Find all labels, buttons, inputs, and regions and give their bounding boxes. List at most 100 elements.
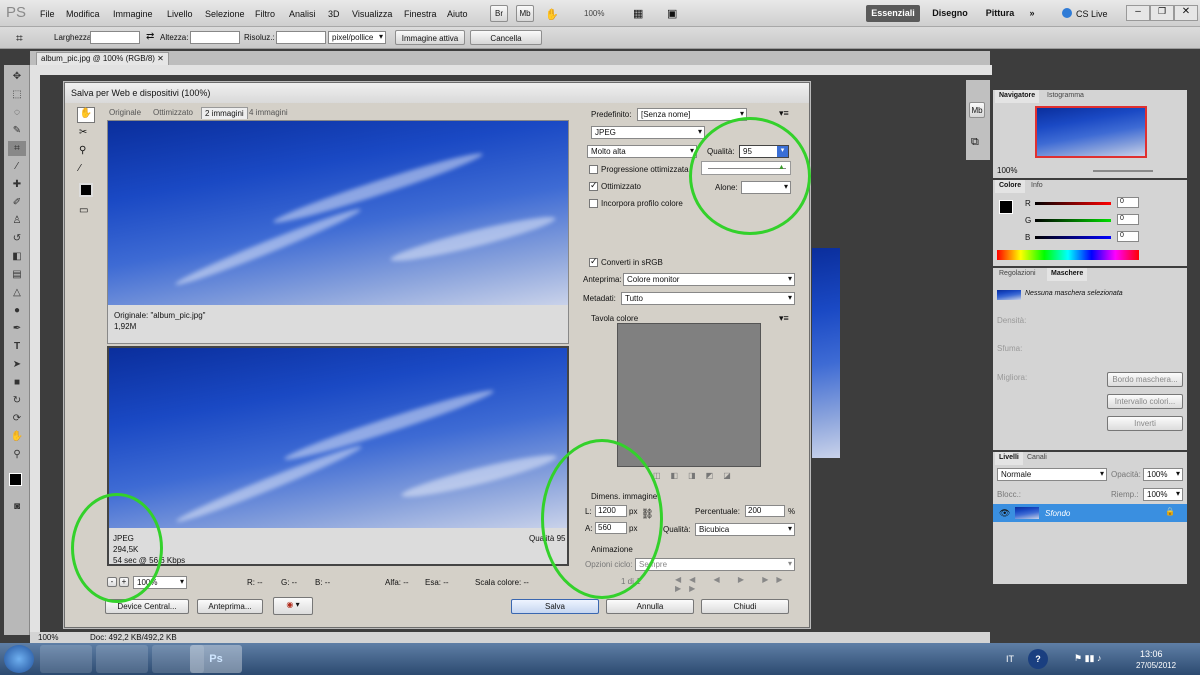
visibility-icon[interactable]: 👁 xyxy=(999,508,1010,519)
minimize-button[interactable]: – xyxy=(1126,5,1150,21)
menu-file[interactable]: File xyxy=(40,9,55,19)
progressive-checkbox[interactable] xyxy=(589,165,598,174)
save-button[interactable]: Salva xyxy=(511,599,599,614)
percent-input[interactable]: 200 xyxy=(745,505,785,517)
document-tab[interactable]: album_pic.jpg @ 100% (RGB/8) ✕ xyxy=(36,52,169,65)
menu-livello[interactable]: Livello xyxy=(167,9,193,19)
menu-filtro[interactable]: Filtro xyxy=(255,9,275,19)
optimized-checkbox[interactable] xyxy=(589,180,598,191)
clear-button[interactable]: Cancella xyxy=(470,30,542,45)
b-value[interactable]: 0 xyxy=(1117,231,1139,242)
pen-tool-icon[interactable]: ✒ xyxy=(8,321,26,336)
workspace-painting[interactable]: Pittura xyxy=(980,5,1020,22)
tab-original[interactable]: Originale xyxy=(109,108,141,117)
marquee-tool-icon[interactable]: ⬚ xyxy=(8,87,26,102)
history-brush-icon[interactable]: ↺ xyxy=(8,231,26,246)
tab-info[interactable]: Info xyxy=(1027,180,1047,193)
resample-select[interactable]: Bicubica xyxy=(695,523,795,536)
close-button[interactable]: ✕ xyxy=(1174,5,1198,21)
clock-date[interactable]: 27/05/2012 xyxy=(1136,661,1176,670)
lasso-tool-icon[interactable]: ◌ xyxy=(8,105,26,120)
shape-tool-icon[interactable]: ■ xyxy=(8,375,26,390)
3d-orbit-icon[interactable]: ⟳ xyxy=(8,411,26,426)
crop-tool-icon[interactable]: ⌗ xyxy=(16,31,23,46)
tab-color[interactable]: Colore xyxy=(995,180,1026,193)
slice-select-icon[interactable]: ✂ xyxy=(79,127,87,138)
layer-row[interactable]: 👁 Sfondo 🔒 xyxy=(993,504,1187,522)
metadata-select[interactable]: Tutto xyxy=(621,292,795,305)
cslive-button[interactable]: CS Live xyxy=(1076,9,1108,19)
opacity-select[interactable]: 100% xyxy=(1143,468,1183,481)
type-tool-icon[interactable]: T xyxy=(8,339,26,354)
done-button[interactable]: Chiudi xyxy=(701,599,789,614)
width-input[interactable] xyxy=(90,31,140,44)
cancel-button[interactable]: Annulla xyxy=(606,599,694,614)
color-table-icons[interactable]: ◫◧◨◩◪ xyxy=(653,471,741,480)
explorer-taskbar-icon[interactable] xyxy=(40,645,92,673)
navigator-zoom[interactable]: 100% xyxy=(997,166,1017,175)
tab-2-up[interactable]: 2 immagini xyxy=(201,107,248,119)
original-image[interactable] xyxy=(108,121,568,305)
panel-menu-icon[interactable]: ▾≡ xyxy=(779,108,789,119)
menu-3d[interactable]: 3D xyxy=(328,9,340,19)
screen-mode-icon[interactable]: ▣ xyxy=(667,7,677,20)
tab-histogram[interactable]: Istogramma xyxy=(1043,90,1088,103)
preview-browser-button[interactable]: Anteprima... xyxy=(197,599,263,614)
layer-name[interactable]: Sfondo xyxy=(1045,509,1070,518)
minibridge-button[interactable]: Mb xyxy=(516,5,534,22)
dodge-tool-icon[interactable]: ● xyxy=(8,303,26,318)
color-range-button[interactable]: Intervallo colori... xyxy=(1107,394,1183,409)
compression-select[interactable]: Molto alta xyxy=(587,145,697,158)
restore-button[interactable]: ❐ xyxy=(1150,5,1174,21)
tab-layers[interactable]: Livelli xyxy=(995,452,1023,465)
mask-edge-button[interactable]: Bordo maschera... xyxy=(1107,372,1183,387)
color-ramp[interactable] xyxy=(997,250,1139,260)
dialog-eyedropper-icon[interactable]: ⁄ xyxy=(79,163,81,174)
status-zoom[interactable]: 100% xyxy=(38,633,58,642)
navigator-thumbnail[interactable] xyxy=(1035,106,1147,158)
menu-finestra[interactable]: Finestra xyxy=(404,9,437,19)
history-dock-icon[interactable]: ⧉ xyxy=(971,136,979,149)
minibridge-dock-icon[interactable]: Mb xyxy=(969,102,985,118)
foreground-color-swatch[interactable] xyxy=(9,473,22,486)
healing-brush-icon[interactable]: ✚ xyxy=(8,177,26,192)
embed-profile-checkbox[interactable] xyxy=(589,199,598,208)
optimized-image[interactable] xyxy=(109,348,567,528)
unit-select[interactable]: pixel/pollice xyxy=(328,31,386,44)
hand-tool-icon[interactable]: ✋ xyxy=(8,429,26,444)
stamp-tool-icon[interactable]: ♙ xyxy=(8,213,26,228)
zoom-tool-icon[interactable]: ⚲ xyxy=(8,447,26,462)
tab-channels[interactable]: Canali xyxy=(1023,452,1051,465)
b-slider[interactable] xyxy=(1035,236,1111,239)
menu-analisi[interactable]: Analisi xyxy=(289,9,316,19)
brush-tool-icon[interactable]: ✐ xyxy=(8,195,26,210)
help-icon[interactable]: ? xyxy=(1028,649,1048,669)
invert-button[interactable]: Inverti xyxy=(1107,416,1183,431)
dialog-hand-icon[interactable]: ✋ xyxy=(77,107,95,123)
browser-select-button[interactable]: ◉ ▾ xyxy=(273,597,313,615)
height-input[interactable] xyxy=(190,31,240,44)
menu-aiuto[interactable]: Aiuto xyxy=(447,9,468,19)
menu-modifica[interactable]: Modifica xyxy=(66,9,100,19)
navigator-zoom-slider[interactable] xyxy=(1093,170,1153,172)
hand-tool-icon[interactable]: ✋ xyxy=(545,8,559,21)
photoshop-taskbar-icon[interactable]: Ps xyxy=(190,645,242,673)
menu-selezione[interactable]: Selezione xyxy=(205,9,245,19)
blur-tool-icon[interactable]: △ xyxy=(8,285,26,300)
path-select-icon[interactable]: ➤ xyxy=(8,357,26,372)
convert-srgb-checkbox[interactable] xyxy=(589,256,598,267)
tab-adjustments[interactable]: Regolazioni xyxy=(995,268,1040,281)
chrome-taskbar-icon[interactable] xyxy=(96,645,148,673)
quick-select-icon[interactable]: ✎ xyxy=(8,123,26,138)
tab-masks[interactable]: Maschere xyxy=(1047,268,1088,281)
tray-icons[interactable]: ⚑ ▮▮ ♪ xyxy=(1074,653,1101,664)
active-image-button[interactable]: Immagine attiva xyxy=(395,30,465,45)
menu-visualizza[interactable]: Visualizza xyxy=(352,9,392,19)
bridge-button[interactable]: Br xyxy=(490,5,508,22)
toggle-slices-icon[interactable]: ▭ xyxy=(79,205,88,216)
eyedropper-color-swatch[interactable] xyxy=(79,183,93,197)
zoom-level[interactable]: 100% xyxy=(584,9,604,18)
tab-optimized[interactable]: Ottimizzato xyxy=(153,108,193,117)
resolution-input[interactable] xyxy=(276,31,326,44)
start-button[interactable] xyxy=(4,645,34,673)
